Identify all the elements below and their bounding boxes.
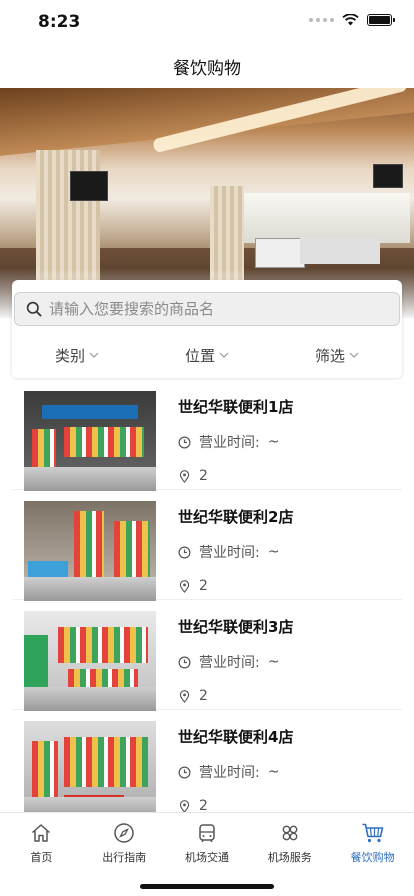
hours-value: ~: [267, 654, 280, 670]
chevron-down-icon: [349, 352, 359, 358]
cart-icon: [361, 821, 385, 845]
store-location: 2: [178, 468, 208, 484]
compass-icon: [112, 821, 136, 845]
store-thumbnail: [24, 391, 156, 491]
store-hours: 营业时间: ~: [178, 652, 279, 672]
tab-home[interactable]: 首页: [0, 813, 83, 896]
filter-bar: 类别 位置 筛选: [12, 342, 402, 368]
store-name: 世纪华联便利4店: [178, 728, 294, 746]
list-item[interactable]: 世纪华联便利3店 营业时间: ~ 2: [12, 600, 402, 711]
chevron-down-icon: [89, 352, 99, 358]
chevron-down-icon: [219, 352, 229, 358]
hours-label: 营业时间:: [199, 655, 260, 671]
hours-value: ~: [267, 434, 280, 450]
status-icons: [309, 14, 395, 26]
location-pin-icon: [179, 579, 190, 593]
clock-icon: [178, 766, 191, 778]
hours-label: 营业时间:: [199, 435, 260, 451]
hours-value: ~: [267, 544, 280, 560]
filter-more[interactable]: 筛选: [272, 342, 402, 368]
hours-label: 营业时间:: [199, 765, 260, 781]
location-pin-icon: [179, 469, 190, 483]
list-item[interactable]: 世纪华联便利2店 营业时间: ~ 2: [12, 490, 402, 601]
list-item[interactable]: 世纪华联便利1店 营业时间: ~ 2: [12, 380, 402, 491]
store-thumbnail: [24, 721, 156, 812]
signal-icon: [309, 18, 334, 22]
filter-location[interactable]: 位置: [142, 342, 272, 368]
store-location: 2: [178, 578, 208, 594]
store-thumbnail: [24, 611, 156, 711]
search-input[interactable]: [49, 300, 379, 318]
filter-label: 位置: [184, 346, 215, 365]
search-icon: [19, 292, 49, 326]
location-value: 2: [199, 578, 208, 594]
navigation-bar: 餐饮购物: [0, 44, 414, 88]
location-value: 2: [199, 468, 208, 484]
location-value: 2: [199, 688, 208, 704]
bus-icon: [195, 821, 219, 845]
home-indicator: [140, 884, 274, 889]
hours-value: ~: [267, 764, 280, 780]
home-icon: [29, 821, 53, 845]
location-value: 2: [199, 798, 208, 812]
wifi-icon: [342, 14, 359, 26]
store-name: 世纪华联便利1店: [178, 398, 294, 416]
tab-label: 首页: [30, 851, 53, 864]
filter-label: 类别: [54, 346, 85, 365]
battery-icon: [367, 14, 395, 26]
store-name: 世纪华联便利3店: [178, 618, 294, 636]
store-hours: 营业时间: ~: [178, 432, 279, 452]
tab-label: 餐饮购物: [350, 851, 395, 864]
services-icon: [278, 821, 302, 845]
tab-label: 机场服务: [267, 851, 312, 864]
clock-icon: [178, 436, 191, 448]
search-filter-card: 类别 位置 筛选: [12, 280, 402, 378]
tab-label: 机场交通: [184, 851, 229, 864]
page-title: 餐饮购物: [173, 58, 241, 79]
store-hours: 营业时间: ~: [178, 762, 279, 782]
hours-label: 营业时间:: [199, 545, 260, 561]
clock-icon: [178, 656, 191, 668]
status-time: 8:23: [38, 12, 81, 32]
store-name: 世纪华联便利2店: [178, 508, 294, 526]
search-box[interactable]: [14, 292, 400, 326]
list-item[interactable]: 世纪华联便利4店 营业时间: ~ 2: [12, 710, 402, 812]
location-pin-icon: [179, 799, 190, 812]
location-pin-icon: [179, 689, 190, 703]
filter-category[interactable]: 类别: [12, 342, 142, 368]
store-location: 2: [178, 688, 208, 704]
tab-dining-shopping[interactable]: 餐饮购物: [331, 813, 414, 896]
store-thumbnail: [24, 501, 156, 601]
store-list: 世纪华联便利1店 营业时间: ~ 2 世纪华联便利2店 营业时间: ~ 2 世纪…: [12, 380, 402, 812]
store-location: 2: [178, 798, 208, 812]
filter-label: 筛选: [314, 346, 345, 365]
clock-icon: [178, 546, 191, 558]
status-bar: 8:23: [0, 0, 414, 44]
tab-label: 出行指南: [102, 851, 147, 864]
store-hours: 营业时间: ~: [178, 542, 279, 562]
